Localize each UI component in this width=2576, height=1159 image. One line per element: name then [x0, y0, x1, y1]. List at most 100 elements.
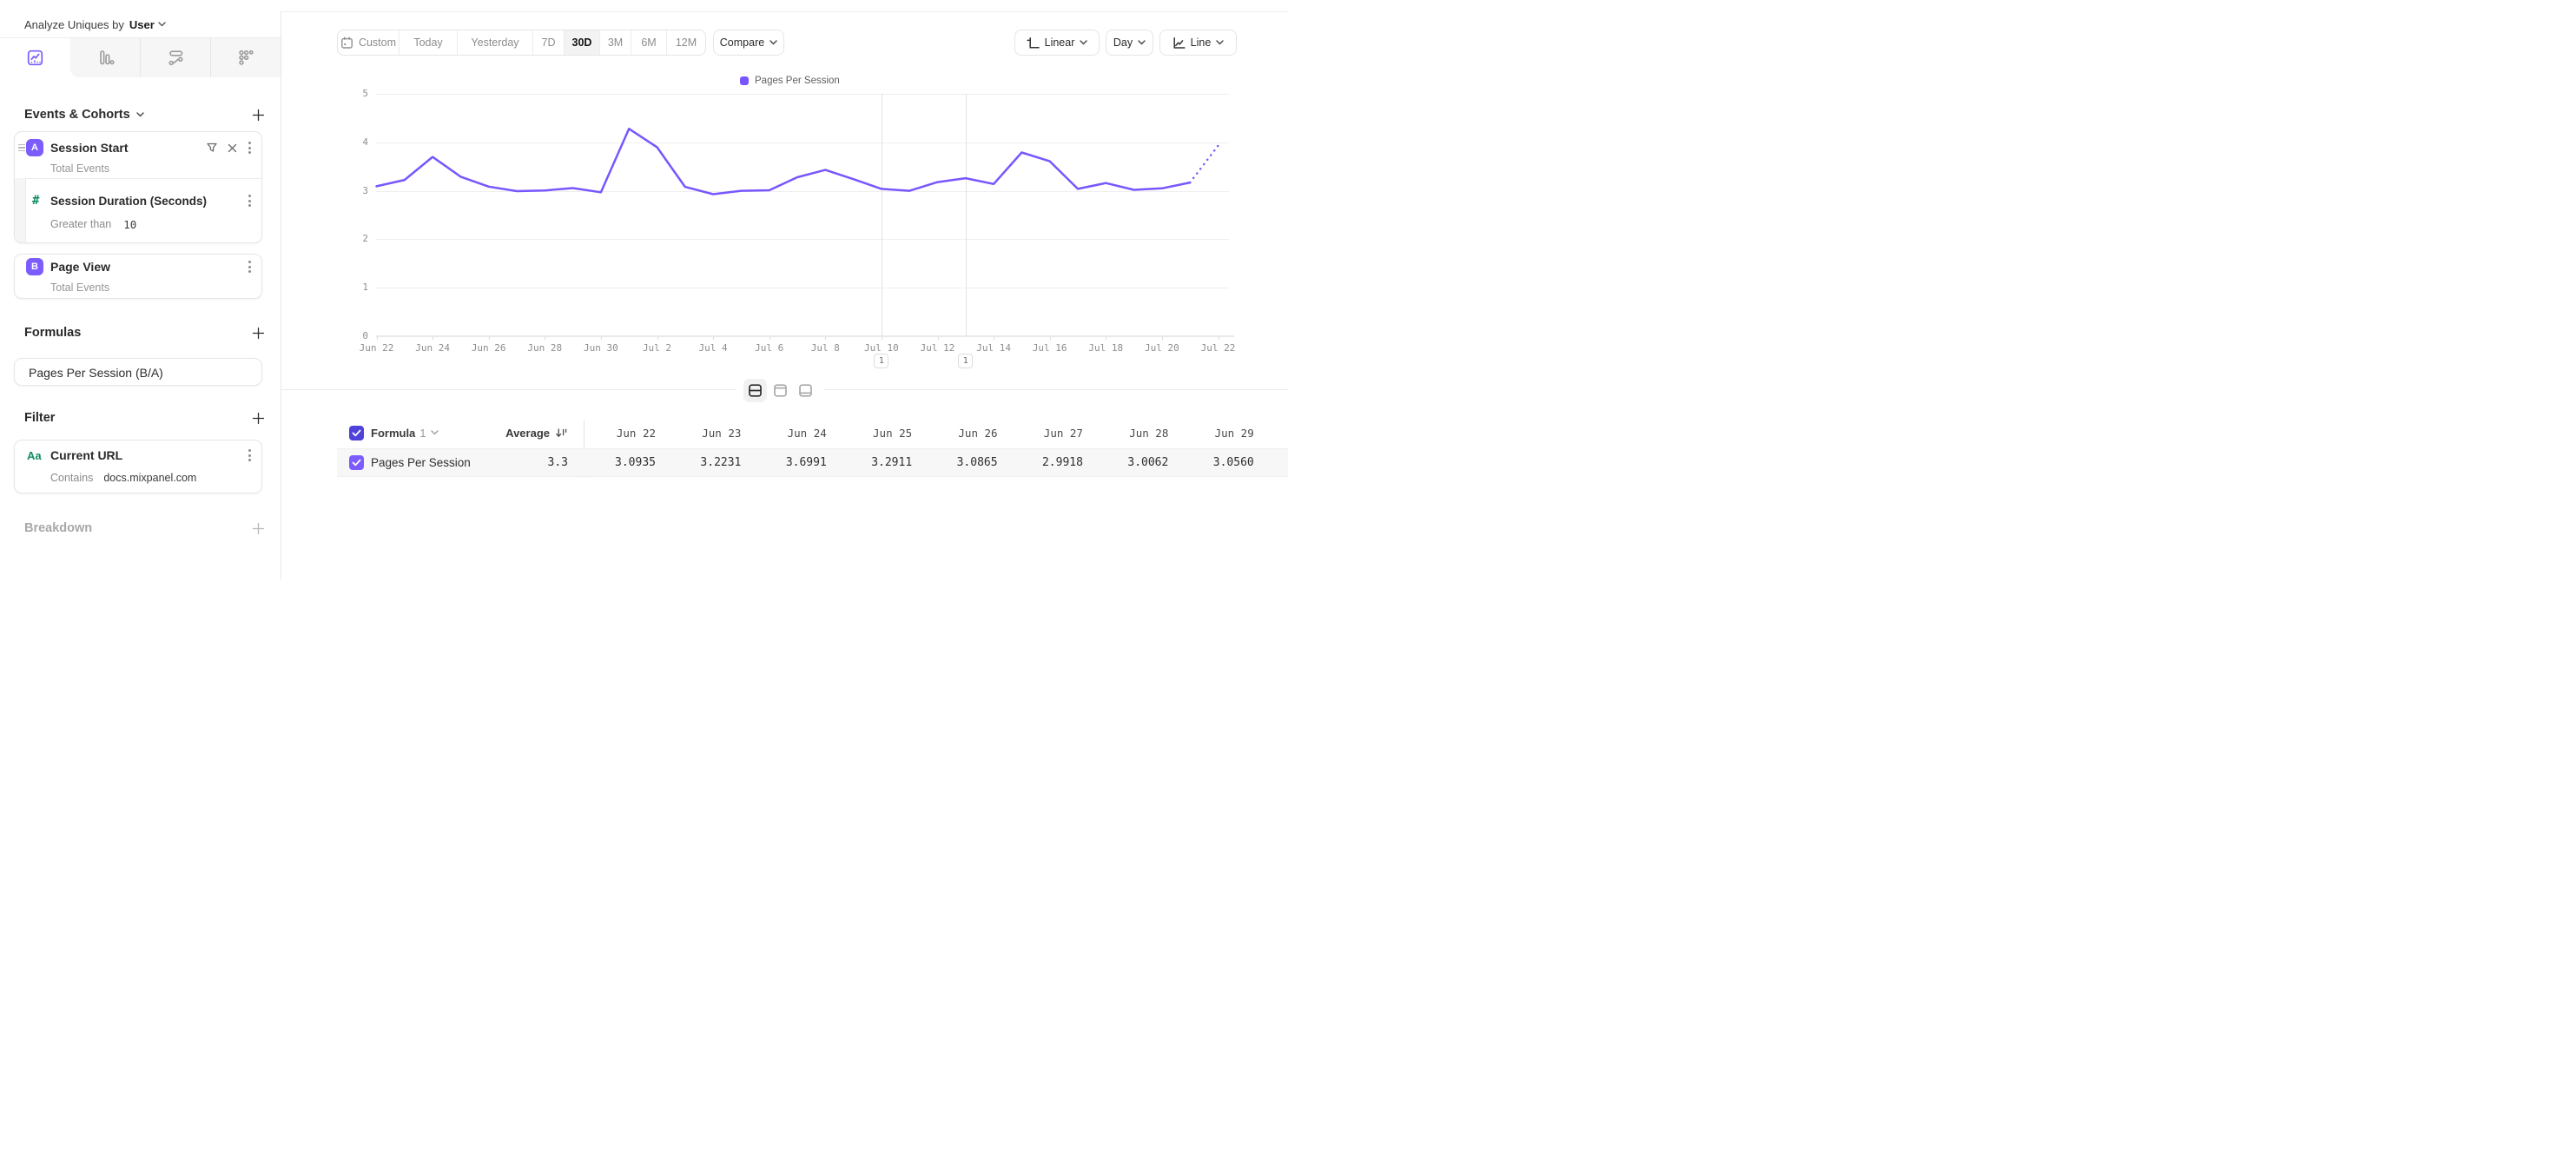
- annotation-marker[interactable]: 1: [958, 354, 973, 368]
- close-icon[interactable]: [228, 143, 237, 153]
- linear-axis-icon: [1027, 36, 1040, 50]
- date-range-yesterday[interactable]: Yesterday: [458, 30, 533, 55]
- cell-value: 3.0560: [1168, 456, 1253, 469]
- date-range-7d[interactable]: 7D: [533, 30, 565, 55]
- add-formula-button[interactable]: [252, 327, 265, 340]
- event-measure[interactable]: Total Events: [50, 281, 109, 294]
- average-sort-header[interactable]: Average: [505, 427, 568, 440]
- formula-expression[interactable]: Pages Per Session (B/A): [29, 366, 163, 380]
- kebab-menu-icon[interactable]: [247, 140, 253, 156]
- plus-icon: [252, 327, 265, 340]
- drag-handle-icon[interactable]: [18, 144, 25, 152]
- kebab-menu-icon[interactable]: [247, 259, 253, 275]
- date-column-header[interactable]: Jun 23: [656, 427, 741, 440]
- date-column-header[interactable]: Jun 25: [827, 427, 912, 440]
- tab-insights[interactable]: [0, 38, 70, 77]
- table-group-selector[interactable]: Formula 1: [371, 427, 439, 440]
- filter-row[interactable]: Aa Current URL: [15, 445, 261, 466]
- event-row[interactable]: A Session Start: [15, 136, 261, 160]
- event-badge: B: [26, 258, 43, 275]
- select-all-checkbox[interactable]: [349, 426, 364, 440]
- filter-section-header: Filter: [24, 410, 265, 426]
- tab-retention[interactable]: [211, 38, 281, 77]
- compare-button[interactable]: Compare: [713, 30, 784, 56]
- date-range-12m[interactable]: 12M: [667, 30, 705, 55]
- annotation-marker[interactable]: 1: [874, 354, 888, 368]
- series-plot[interactable]: [365, 87, 1247, 344]
- analyze-header: Analyze Uniques by User: [0, 11, 281, 38]
- group-label: Formula: [371, 427, 415, 440]
- add-breakdown-button[interactable]: [252, 522, 265, 535]
- property-title[interactable]: Session Duration (Seconds): [50, 195, 207, 208]
- date-range-6m[interactable]: 6M: [631, 30, 667, 55]
- bar-chart-icon: [96, 49, 115, 67]
- tab-funnels[interactable]: [70, 38, 141, 77]
- string-property-icon: Aa: [27, 449, 42, 462]
- breakdown-section-header: Breakdown: [24, 520, 265, 536]
- table-row[interactable]: Pages Per Session 3.3 3.09353.22313.6991…: [337, 448, 1288, 477]
- operator-value[interactable]: 10: [123, 218, 136, 231]
- event-row[interactable]: B Page View: [15, 255, 261, 278]
- formula-card[interactable]: Pages Per Session (B/A): [14, 358, 262, 386]
- date-column-header[interactable]: Jun 28: [1083, 427, 1168, 440]
- layout-table-button[interactable]: [794, 379, 817, 402]
- chevron-down-icon[interactable]: [136, 112, 144, 117]
- property-condition[interactable]: Greater than 10: [50, 215, 261, 233]
- layout-split-button[interactable]: [743, 379, 767, 402]
- sort-descending-icon: [555, 427, 568, 440]
- date-range-label: 30D: [572, 36, 592, 49]
- date-range-30d[interactable]: 30D: [565, 30, 600, 55]
- event-measure[interactable]: Total Events: [50, 162, 109, 175]
- chevron-down-icon: [158, 22, 166, 27]
- date-range-label: Yesterday: [471, 36, 519, 49]
- operator-label[interactable]: Greater than: [50, 218, 111, 230]
- plus-icon: [252, 522, 265, 535]
- filter-icon[interactable]: [206, 142, 218, 154]
- insights-report: Analyze Uniques by User: [0, 0, 1288, 580]
- cell-value: 2.9918: [998, 456, 1083, 469]
- analyze-by-value: User: [129, 18, 155, 31]
- cell-value: 3.0935: [584, 456, 656, 469]
- group-number: 1: [419, 427, 426, 440]
- date-column-header[interactable]: Jun 24: [741, 427, 826, 440]
- scale-label: Linear: [1045, 36, 1075, 49]
- tab-flows[interactable]: [141, 38, 211, 77]
- scale-selector[interactable]: Linear: [1014, 30, 1100, 56]
- event-title[interactable]: Session Start: [50, 141, 128, 155]
- chevron-down-icon: [1138, 40, 1146, 45]
- property-row[interactable]: # Session Duration (Seconds): [15, 189, 261, 212]
- kebab-menu-icon[interactable]: [247, 447, 253, 463]
- layout-chart-button[interactable]: [769, 379, 792, 402]
- date-range-3m[interactable]: 3M: [600, 30, 631, 55]
- date-column-header[interactable]: Jun 26: [912, 427, 997, 440]
- date-range-label: Custom: [359, 36, 396, 49]
- kebab-menu-icon[interactable]: [247, 193, 253, 209]
- table-header-row: Formula 1 Average Jun 22Jun 23Jun 24Jun …: [337, 421, 1288, 445]
- plus-icon: [252, 412, 265, 425]
- events-section-title: Events & Cohorts: [24, 108, 130, 122]
- chart-type-selector[interactable]: Line: [1159, 30, 1237, 56]
- interval-selector[interactable]: Day: [1106, 30, 1153, 56]
- add-event-button[interactable]: [252, 109, 265, 122]
- filter-condition[interactable]: Contains docs.mixpanel.com: [50, 469, 261, 487]
- date-column-header[interactable]: Jun 27: [998, 427, 1083, 440]
- chart-legend[interactable]: Pages Per Session: [740, 76, 840, 86]
- line-chart-icon: [1172, 36, 1186, 50]
- date-column-header[interactable]: Jun 22: [584, 427, 656, 440]
- analyze-by-selector[interactable]: User: [129, 18, 166, 31]
- series-line-projected: [1190, 146, 1218, 182]
- formulas-section-title: Formulas: [24, 326, 81, 340]
- event-title[interactable]: Page View: [50, 260, 110, 274]
- date-range-custom[interactable]: Custom: [338, 30, 400, 55]
- row-checkbox[interactable]: [349, 455, 364, 470]
- date-column-header[interactable]: Jun 29: [1168, 427, 1253, 440]
- chart-only-icon: [773, 383, 788, 398]
- operator-value[interactable]: docs.mixpanel.com: [103, 472, 196, 484]
- event-card-page-view: B Page View Total Events: [14, 254, 262, 299]
- add-filter-button[interactable]: [252, 412, 265, 425]
- date-range-today[interactable]: Today: [400, 30, 458, 55]
- chevron-down-icon: [769, 40, 777, 45]
- filter-title[interactable]: Current URL: [50, 448, 122, 462]
- breakdown-section-title: Breakdown: [24, 521, 92, 535]
- operator-label[interactable]: Contains: [50, 472, 93, 484]
